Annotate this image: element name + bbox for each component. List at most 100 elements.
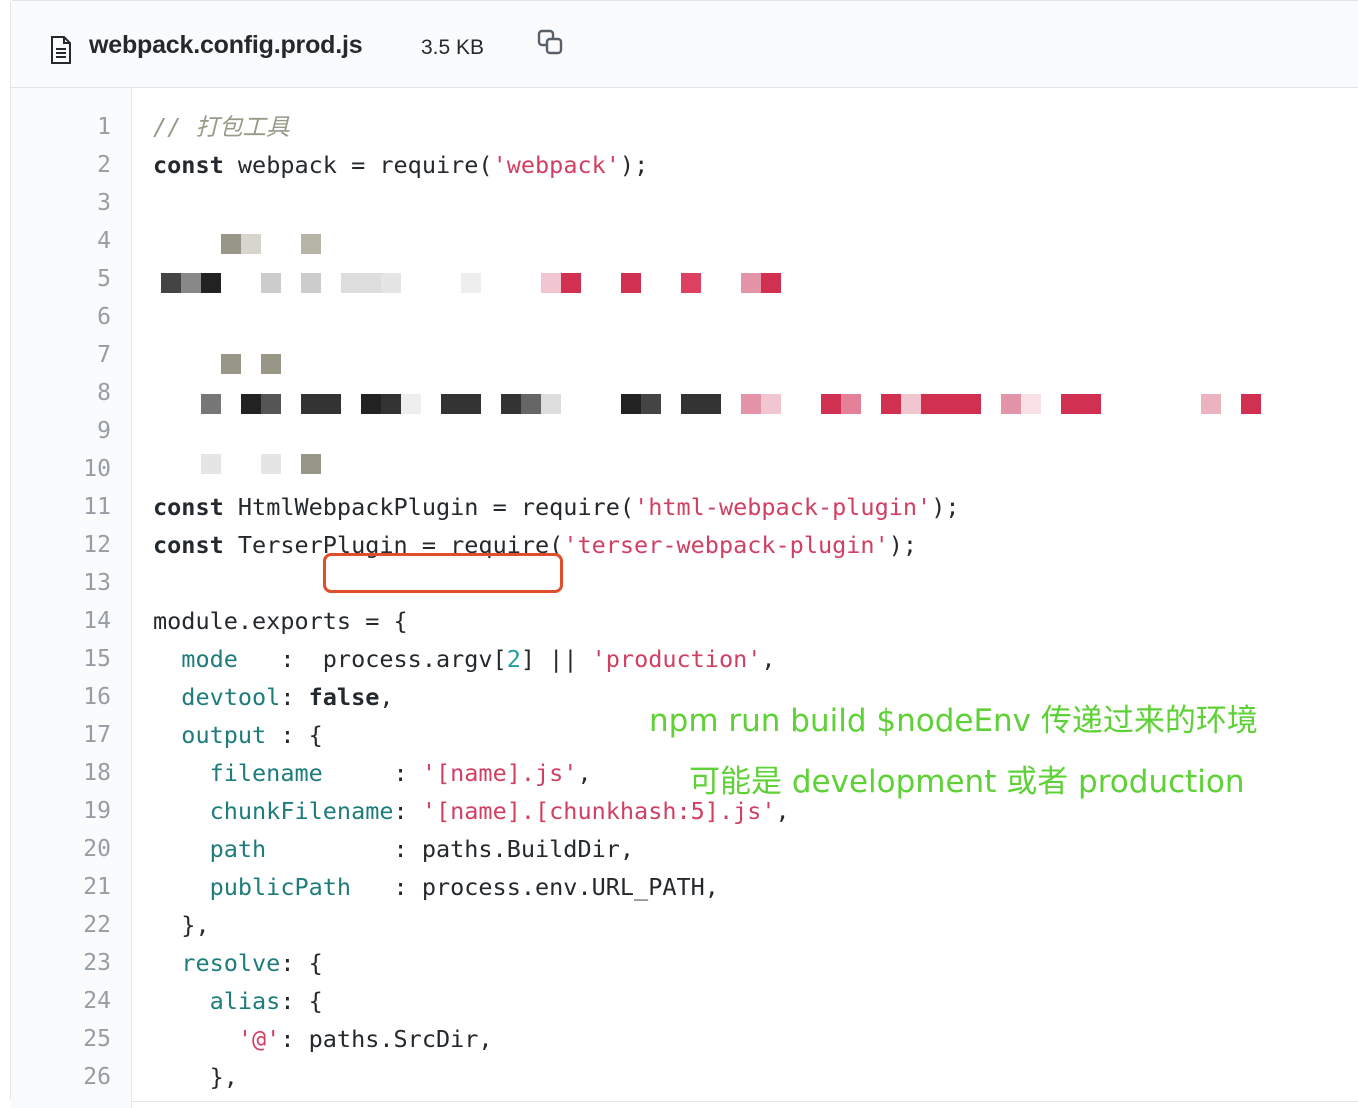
mosaic-block	[561, 273, 581, 293]
code-token: : process.argv[	[237, 645, 507, 673]
code-token: : {	[280, 949, 323, 977]
line-number[interactable]: 15	[11, 640, 111, 678]
line-number[interactable]: 25	[11, 1020, 111, 1058]
mosaic-block	[1021, 394, 1041, 414]
file-name: webpack.config.prod.js	[89, 31, 363, 59]
code-token: const	[153, 493, 224, 521]
line-number[interactable]: 21	[11, 868, 111, 906]
code-token: publicPath	[209, 873, 352, 901]
line-number[interactable]: 11	[11, 488, 111, 526]
mosaic-block	[741, 394, 761, 414]
line-number[interactable]: 3	[11, 184, 111, 222]
mosaic-block	[241, 234, 261, 254]
code-token: );	[619, 151, 649, 179]
mosaic-block	[1241, 394, 1261, 414]
line-number[interactable]: 14	[11, 602, 111, 640]
code-token: : {	[280, 987, 323, 1015]
mosaic-block	[881, 394, 901, 414]
code-line: path : paths.BuildDir,	[153, 830, 634, 868]
code-token: 'html-webpack-plugin'	[634, 493, 932, 521]
code-token: 2	[506, 645, 521, 673]
mosaic-block	[501, 394, 521, 414]
line-number[interactable]: 7	[11, 336, 111, 374]
code-token: // 打包工具	[153, 113, 290, 141]
mosaic-block	[681, 394, 701, 414]
line-number[interactable]: 6	[11, 298, 111, 336]
code-token: const	[153, 531, 224, 559]
line-number[interactable]: 4	[11, 222, 111, 260]
code-token: :	[393, 797, 422, 825]
code-token: path	[209, 835, 267, 863]
line-number[interactable]: 20	[11, 830, 111, 868]
mosaic-block	[1081, 394, 1101, 414]
code-token: 'webpack'	[492, 151, 620, 179]
mosaic-block	[841, 394, 861, 414]
mosaic-block	[1001, 394, 1021, 414]
mosaic-block	[361, 394, 381, 414]
mosaic-block	[821, 394, 841, 414]
line-number[interactable]: 23	[11, 944, 111, 982]
code-token: resolve	[181, 949, 281, 977]
code-token: 'production'	[591, 645, 762, 673]
line-number[interactable]: 8	[11, 374, 111, 412]
mosaic-block	[441, 394, 461, 414]
annotation-line-2: 可能是 development 或者 production	[689, 764, 1245, 800]
line-number[interactable]: 17	[11, 716, 111, 754]
code-token: chunkFilename	[209, 797, 394, 825]
code-token: const	[153, 151, 224, 179]
code-line: '@': paths.SrcDir,	[153, 1020, 493, 1058]
line-number[interactable]: 16	[11, 678, 111, 716]
mosaic-block	[961, 394, 981, 414]
code-token: mode	[181, 645, 238, 673]
code-line: module.exports = {	[153, 602, 408, 640]
code-line: },	[153, 906, 209, 944]
mosaic-block	[381, 273, 401, 293]
code-area: 1 // 打包工具 2 const webpack = require('webpac…	[11, 88, 1358, 1098]
mosaic-block	[701, 394, 721, 414]
code-token: ] ||	[520, 645, 592, 673]
line-number[interactable]: 22	[11, 906, 111, 944]
line-number[interactable]: 19	[11, 792, 111, 830]
code-token: '[name].js'	[421, 759, 578, 787]
mosaic-block	[301, 454, 321, 474]
mosaic-block	[741, 273, 761, 293]
mosaic-block	[621, 273, 641, 293]
code-line: const HtmlWebpackPlugin = require('html-…	[153, 488, 959, 526]
line-number[interactable]: 9	[11, 412, 111, 450]
line-number[interactable]: 26	[11, 1058, 111, 1096]
code-token: module.exports = {	[153, 607, 408, 635]
mosaic-block	[201, 454, 221, 474]
line-number[interactable]: 5	[11, 260, 111, 298]
code-line: // 打包工具	[153, 108, 289, 146]
mosaic-block	[321, 394, 341, 414]
line-number[interactable]: 13	[11, 564, 111, 602]
code-token: :	[280, 683, 309, 711]
code-token: :	[322, 759, 422, 787]
code-line: filename : '[name].js',	[153, 754, 592, 792]
code-token: alias	[209, 987, 281, 1015]
code-token: : paths.BuildDir,	[266, 835, 635, 863]
line-number[interactable]: 24	[11, 982, 111, 1020]
code-token: HtmlWebpackPlugin = require(	[223, 493, 635, 521]
line-number[interactable]: 18	[11, 754, 111, 792]
code-line: publicPath : process.env.URL_PATH,	[153, 868, 719, 906]
code-token: : process.env.URL_PATH,	[351, 873, 719, 901]
mosaic-block	[301, 273, 321, 293]
mosaic-block	[941, 394, 961, 414]
line-number[interactable]: 10	[11, 450, 111, 488]
file-size: 3.5 KB	[421, 36, 485, 59]
line-number[interactable]: 2	[11, 146, 111, 184]
code-line: resolve: {	[153, 944, 323, 982]
line-number[interactable]: 12	[11, 526, 111, 564]
code-token: : paths.SrcDir,	[280, 1025, 493, 1053]
line-number[interactable]: 1	[11, 108, 111, 146]
mosaic-block	[361, 273, 381, 293]
copy-icon[interactable]	[537, 29, 565, 57]
code-token: false	[308, 683, 380, 711]
